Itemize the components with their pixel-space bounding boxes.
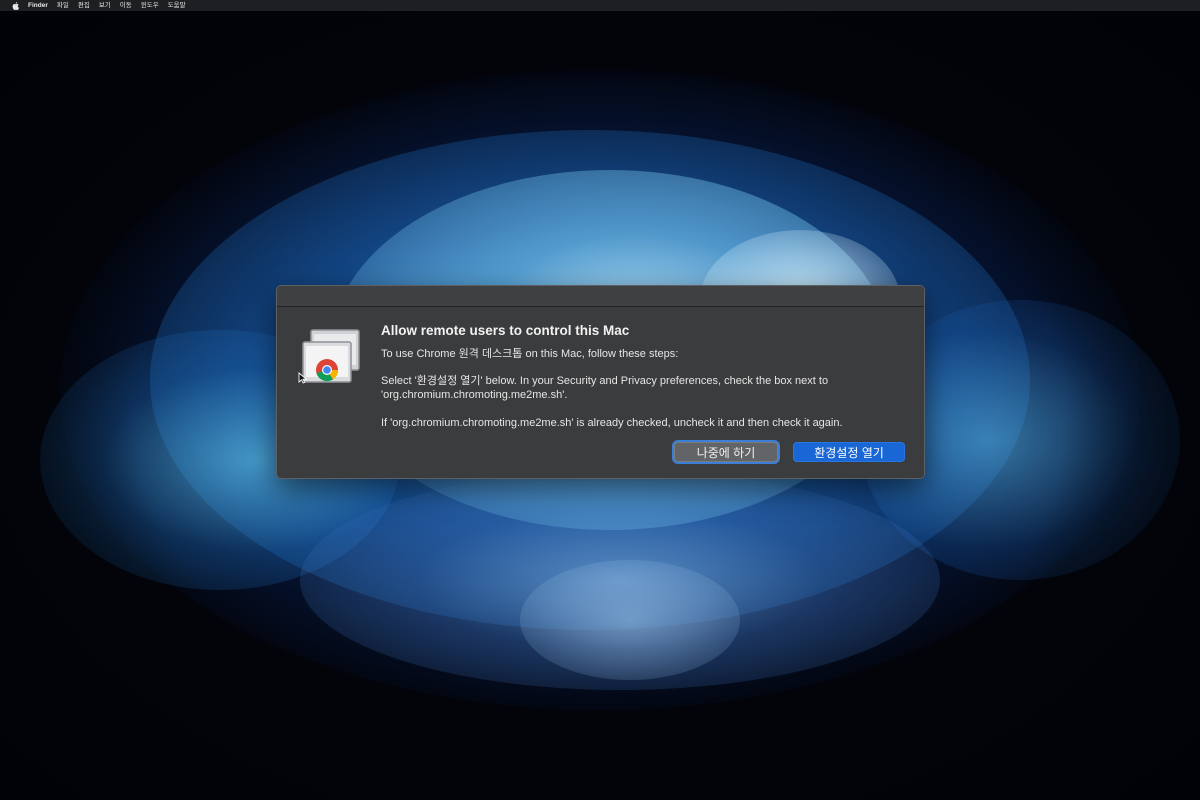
menu-bar: Finder 파일 편집 보기 이동 윈도우 도움말: [0, 0, 1200, 11]
desktop: Finder 파일 편집 보기 이동 윈도우 도움말 Allow remote …: [0, 0, 1200, 800]
dialog-step-text-line2: 'org.chromium.chromoting.me2me.sh'.: [381, 389, 568, 401]
dialog-titlebar[interactable]: [277, 286, 924, 307]
menu-go[interactable]: 이동: [120, 0, 132, 11]
dialog-title: Allow remote users to control this Mac: [381, 323, 630, 338]
dialog-step-text: Select '환경설정 열기' below. In your Security…: [381, 375, 829, 387]
dialog-message: Allow remote users to control this Mac T…: [381, 322, 911, 430]
menu-edit[interactable]: 편집: [78, 0, 90, 11]
menu-file[interactable]: 파일: [57, 0, 69, 11]
menu-help[interactable]: 도움말: [168, 0, 186, 11]
later-button[interactable]: 나중에 하기: [674, 442, 778, 462]
open-preferences-button[interactable]: 환경설정 열기: [793, 442, 905, 462]
dialog-intro-text: To use Chrome 원격 데스크톱 on this Mac, follo…: [381, 348, 679, 360]
dialog-note-text: If 'org.chromium.chromoting.me2me.sh' is…: [381, 417, 843, 429]
menu-app-finder[interactable]: Finder: [28, 0, 48, 11]
apple-logo-icon[interactable]: [11, 1, 19, 10]
menu-view[interactable]: 보기: [99, 0, 111, 11]
mouse-cursor-icon: [298, 372, 308, 384]
permission-dialog: Allow remote users to control this Mac T…: [276, 285, 925, 479]
menu-window[interactable]: 윈도우: [141, 0, 159, 11]
chrome-remote-desktop-icon: [302, 329, 360, 383]
